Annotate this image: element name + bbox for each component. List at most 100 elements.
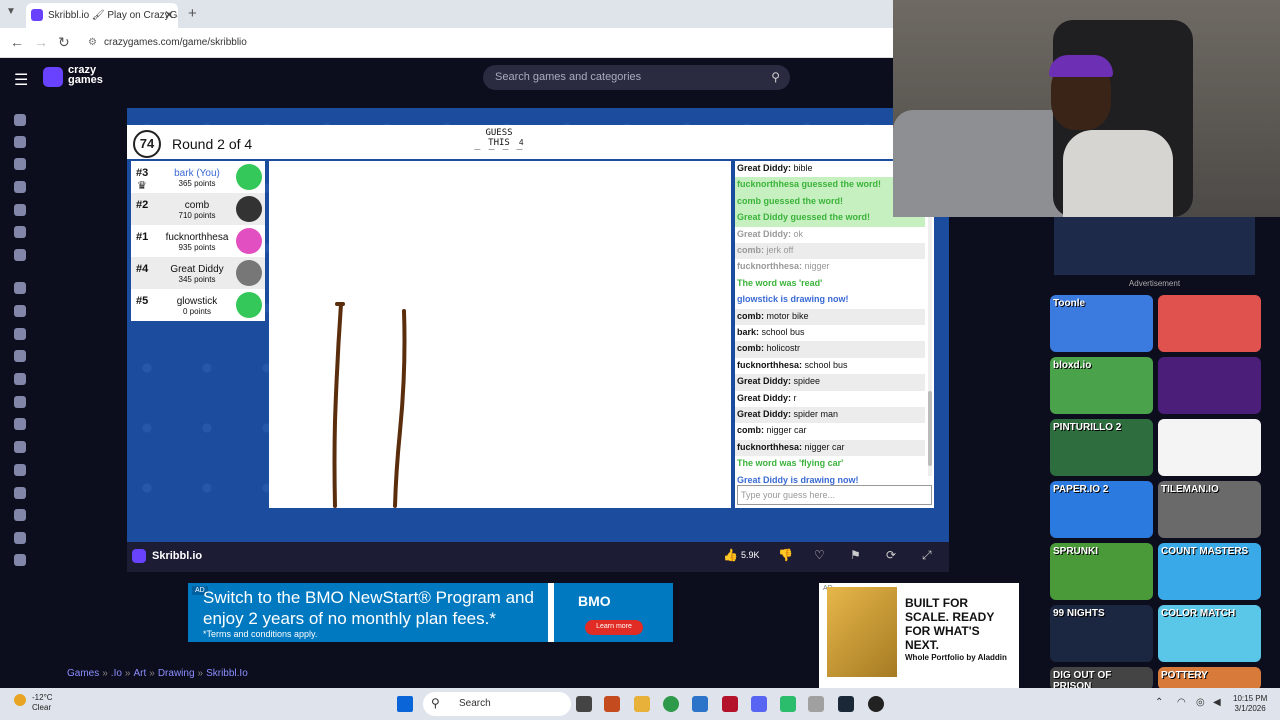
action-icon[interactable] (14, 282, 26, 294)
volume-icon[interactable]: ◀ (1213, 697, 1221, 708)
basketball-icon[interactable] (14, 328, 26, 340)
player-name: glowstick (176, 296, 218, 307)
report-icon[interactable]: ⚑ (850, 548, 861, 562)
card-icon[interactable] (14, 396, 26, 408)
chat-message: fucknorthhesa: nigger (735, 259, 925, 275)
adventure-icon[interactable] (14, 305, 26, 317)
game-tile[interactable]: DIG OUT OF PRISON (1050, 667, 1153, 690)
game-frame[interactable]: 74 Round 2 of 4 GUESS THIS _ _ _ _ 4 #3 b… (127, 108, 949, 542)
breadcrumb-link[interactable]: Drawing (158, 668, 195, 679)
site-info-icon[interactable]: ⚙ (88, 37, 97, 48)
breadcrumb-link[interactable]: Skribbl.Io (206, 668, 248, 679)
aladdin-ad[interactable]: AD BUILT FOR SCALE. READY FOR WHAT'S NEX… (819, 583, 1019, 688)
breadcrumb-link[interactable]: Art (133, 668, 146, 679)
car-icon[interactable] (14, 373, 26, 385)
timer-clock: 74 (133, 130, 161, 158)
site-search-input[interactable]: Search games and categories ⚲ (483, 65, 790, 90)
game-tile[interactable]: COUNT MASTERS (1158, 543, 1261, 600)
app-icon-1[interactable] (604, 696, 620, 712)
hamburger-menu-icon[interactable]: ☰ (14, 70, 28, 90)
breadcrumb-link[interactable]: Games (67, 668, 99, 679)
dislike-icon[interactable]: 👎 (778, 548, 793, 562)
like-count: 5.9K (741, 550, 760, 560)
escape-icon[interactable] (14, 487, 26, 499)
game-tile[interactable]: bloxd.io (1050, 357, 1153, 414)
weather-widget[interactable]: -12°C Clear (32, 693, 53, 713)
game-tile[interactable] (1158, 295, 1261, 352)
wifi-icon[interactable]: ◎ (1196, 697, 1205, 708)
game-tile[interactable] (1158, 419, 1261, 476)
chrome-icon[interactable] (663, 696, 679, 712)
game-tile[interactable]: COLOR MATCH (1158, 605, 1261, 662)
browser-tab[interactable]: Skribbl.io 🖌 Play on CrazyGames ✕ (26, 3, 178, 28)
controller-icon[interactable] (14, 441, 26, 453)
horror-icon[interactable] (14, 554, 26, 566)
fullscreen-icon[interactable]: ⤢ (922, 548, 932, 563)
chat-guess-input[interactable]: Type your guess here... (737, 485, 932, 505)
close-tab-icon[interactable]: ✕ (164, 8, 174, 22)
bmo-learn-more-button[interactable]: Learn more (585, 620, 643, 635)
network-icon[interactable]: ◠ (1177, 697, 1186, 708)
webcam-overlay (893, 0, 1280, 217)
home-icon[interactable] (14, 114, 26, 126)
originals-icon[interactable] (14, 226, 26, 238)
player-list: #3 bark (You) 365 points ♛ #2 comb 710 points #… (131, 160, 265, 321)
round-indicator: Round 2 of 4 (172, 136, 253, 152)
bmo-ad[interactable]: AD Switch to the BMO NewStart® Program a… (188, 583, 673, 642)
adobe-icon[interactable] (722, 696, 738, 712)
forward-arrow-icon[interactable]: → (34, 34, 48, 50)
drawing-canvas[interactable]: 👍 👎 (269, 161, 869, 508)
store-icon[interactable] (692, 696, 708, 712)
chat-scrollbar-thumb[interactable] (928, 391, 932, 466)
windows-start-icon[interactable] (397, 696, 413, 712)
player-rank: #3 (136, 167, 149, 179)
game-tile[interactable]: 99 NIGHTS (1050, 605, 1153, 662)
fps-icon[interactable] (14, 532, 26, 544)
taskbar-search[interactable]: ⚲ Search (423, 692, 571, 716)
back-arrow-icon[interactable]: ← (10, 34, 24, 50)
casual-icon[interactable] (14, 418, 26, 430)
discord-icon[interactable] (751, 696, 767, 712)
game-tile[interactable]: TILEMAN.IO (1158, 481, 1261, 538)
recent-icon[interactable] (14, 136, 26, 148)
crazygames-logo-text[interactable]: crazy games (68, 65, 103, 86)
flash-icon[interactable] (14, 509, 26, 521)
trending-icon[interactable] (14, 181, 26, 193)
sidebar-ad-image[interactable] (1054, 217, 1255, 275)
url-field[interactable]: crazygames.com/game/skribblio (104, 37, 247, 48)
multiplayer-icon[interactable] (14, 249, 26, 261)
file-explorer-icon[interactable] (634, 696, 650, 712)
share-icon[interactable]: ⟳ (886, 548, 896, 562)
favorite-heart-icon[interactable]: ♡ (814, 548, 825, 562)
app-icon-3[interactable] (808, 696, 824, 712)
game-tile[interactable]: Toonle (1050, 295, 1153, 352)
app-icon-2[interactable] (780, 696, 796, 712)
weather-icon[interactable] (14, 694, 26, 706)
game-tile[interactable]: PAPER.IO 2 (1050, 481, 1153, 538)
weather-condition: Clear (32, 703, 52, 712)
bmo-logo: BMO (578, 593, 611, 609)
driving-icon[interactable] (14, 464, 26, 476)
game-tile[interactable]: PINTURILLO 2 (1050, 419, 1153, 476)
player-row: #2 comb 710 points (131, 193, 265, 225)
game-tile[interactable] (1158, 357, 1261, 414)
game-tile[interactable]: SPRUNKI (1050, 543, 1153, 600)
crazygames-logo-icon[interactable] (43, 67, 63, 87)
game-tile-label: COUNT MASTERS (1161, 546, 1249, 557)
app-icon-4[interactable] (868, 696, 884, 712)
player-name: fucknorthhesa (165, 232, 229, 243)
updated-icon[interactable] (14, 204, 26, 216)
taskbar-clock[interactable]: 10:15 PM 3/1/2026 (1233, 694, 1267, 714)
game-tile[interactable]: POTTERY (1158, 667, 1261, 690)
beauty-icon[interactable] (14, 350, 26, 362)
tray-chevron-icon[interactable]: ⌃ (1155, 697, 1163, 708)
task-view-icon[interactable] (576, 696, 592, 712)
search-icon[interactable]: ⚲ (771, 70, 780, 84)
reload-icon[interactable]: ↻ (58, 34, 70, 51)
tab-list-chevron-icon[interactable]: ▼ (6, 6, 16, 17)
new-icon[interactable] (14, 158, 26, 170)
new-tab-button[interactable]: + (188, 5, 197, 22)
breadcrumb-link[interactable]: .Io (111, 668, 122, 679)
steam-icon[interactable] (838, 696, 854, 712)
like-icon[interactable]: 👍 (723, 548, 738, 562)
